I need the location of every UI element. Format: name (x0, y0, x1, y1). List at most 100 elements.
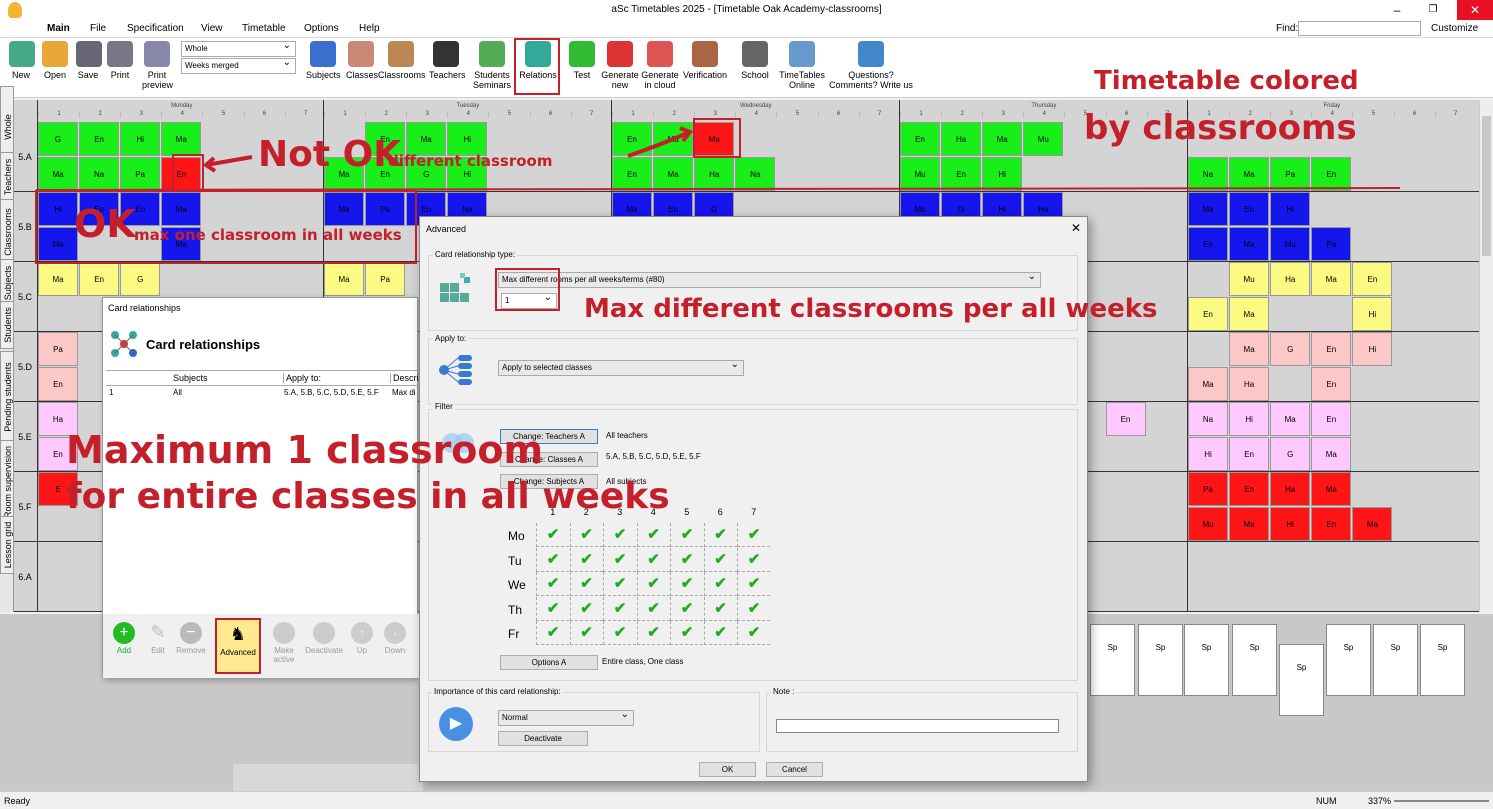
check-icon[interactable]: ✔ (703, 547, 737, 572)
lesson-card[interactable]: En (1311, 507, 1352, 541)
matrix-day-label[interactable]: Mo (508, 529, 525, 543)
lesson-card[interactable]: Mu (1229, 262, 1270, 296)
down-button[interactable]: ↓ Down (382, 622, 408, 655)
tab-subjects[interactable]: Subjects (0, 259, 14, 307)
scrollbar-thumb[interactable] (1482, 116, 1491, 256)
lesson-card[interactable]: En (1229, 192, 1270, 226)
lesson-card[interactable]: En (79, 262, 120, 296)
add-button[interactable]: + Add (111, 622, 137, 655)
check-icon[interactable]: ✔ (737, 547, 770, 572)
ribbon-button-new[interactable]: New (9, 41, 35, 80)
check-icon[interactable]: ✔ (569, 547, 603, 572)
lesson-card[interactable]: Ha (1229, 367, 1270, 401)
lesson-card[interactable]: Pa (365, 262, 406, 296)
lesson-card[interactable]: Hi (1270, 192, 1311, 226)
lesson-card[interactable]: Ma (406, 122, 447, 156)
lesson-card[interactable]: Ha (941, 122, 982, 156)
ribbon-button-generate-new[interactable]: Generate new (601, 41, 639, 90)
check-icon[interactable]: ✔ (703, 621, 737, 645)
restore-icon[interactable]: ❐ (1421, 0, 1445, 20)
check-icon[interactable]: ✔ (569, 572, 603, 596)
importance-select[interactable]: Normal (498, 708, 634, 726)
ribbon-button-students-seminars[interactable]: Students Seminars (472, 41, 512, 90)
check-icon[interactable]: ✔ (569, 523, 603, 547)
tab-teachers[interactable]: Teachers (0, 152, 14, 202)
check-icon[interactable]: ✔ (737, 572, 770, 596)
table-row[interactable]: 1 All 5.A, 5.B, 5.C, 5.D, 5.E, 5.F Max d… (106, 388, 419, 400)
menu-help[interactable]: Help (359, 23, 380, 34)
class-label[interactable]: 5.A (14, 152, 36, 162)
weeks-select[interactable]: Weeks merged (181, 56, 296, 74)
lesson-card[interactable]: En (900, 122, 940, 156)
check-icon[interactable]: ✔ (536, 621, 569, 645)
tab-room-supervision[interactable]: Room supervision (0, 440, 14, 524)
lesson-card[interactable]: Pa (365, 192, 406, 226)
lesson-card[interactable]: Hi (1352, 297, 1393, 331)
lesson-card[interactable]: En (79, 122, 120, 156)
class-label[interactable]: 5.C (14, 292, 36, 302)
ok-button[interactable]: OK (699, 762, 756, 777)
col-subjects[interactable]: Subjects (173, 373, 208, 383)
lesson-card[interactable]: Ma (38, 262, 78, 296)
check-icon[interactable]: ✔ (636, 523, 670, 547)
minimize-icon[interactable]: – (1385, 0, 1409, 20)
class-label[interactable]: 5.D (14, 362, 36, 372)
up-button[interactable]: ↑ Up (349, 622, 375, 655)
check-icon[interactable]: ✔ (536, 547, 569, 572)
lesson-card[interactable]: En (1229, 437, 1270, 471)
find-input[interactable] (1298, 21, 1421, 36)
deactivate-button[interactable]: Deactivate (303, 622, 345, 655)
unplaced-card[interactable]: Sp (1090, 624, 1135, 696)
lesson-card[interactable]: Ma (324, 192, 364, 226)
cancel-button[interactable]: Cancel (766, 762, 823, 777)
app-logo-icon[interactable] (8, 2, 22, 18)
lesson-card[interactable]: Ma (324, 262, 364, 296)
lesson-card[interactable]: G (38, 122, 78, 156)
remove-button[interactable]: − Remove (175, 622, 207, 655)
lesson-card[interactable]: En (1229, 472, 1270, 506)
matrix-period-header[interactable]: 6 (704, 507, 738, 517)
check-icon[interactable]: ✔ (603, 572, 636, 596)
col-apply-to[interactable]: Apply to: (283, 373, 321, 383)
check-icon[interactable]: ✔ (703, 523, 737, 547)
ribbon-button-save[interactable]: Save (76, 41, 102, 80)
lesson-card[interactable]: Ma (1311, 437, 1352, 471)
lesson-card[interactable]: Ma (1188, 367, 1228, 401)
lesson-card[interactable]: Hi (1229, 402, 1270, 436)
lesson-card[interactable]: Ma (1229, 297, 1270, 331)
check-icon[interactable]: ✔ (737, 621, 770, 645)
lesson-card[interactable]: Ma (161, 122, 202, 156)
check-icon[interactable]: ✔ (569, 621, 603, 645)
check-icon[interactable]: ✔ (737, 596, 770, 621)
check-icon[interactable]: ✔ (703, 596, 737, 621)
ribbon-button-questions-comments-write-us[interactable]: Questions? Comments? Write us (829, 41, 913, 90)
lesson-card[interactable]: Pa (1311, 227, 1352, 261)
lesson-card[interactable]: Na (1188, 402, 1228, 436)
lesson-card[interactable]: Ma (38, 157, 78, 191)
lesson-card[interactable]: En (1352, 262, 1393, 296)
unplaced-card[interactable]: Sp (1420, 624, 1465, 696)
check-icon[interactable]: ✔ (603, 596, 636, 621)
menu-specification[interactable]: Specification (127, 23, 184, 34)
lesson-card[interactable]: Ma (161, 192, 202, 226)
lesson-card[interactable]: Pa (120, 157, 161, 191)
lesson-card[interactable]: Hi (1188, 437, 1228, 471)
lesson-card[interactable]: En (1311, 157, 1352, 191)
tab-students[interactable]: Students (0, 301, 14, 349)
unplaced-card[interactable]: Sp (1279, 644, 1324, 716)
ribbon-button-classrooms[interactable]: Classrooms (378, 41, 426, 80)
lesson-card[interactable]: Na (79, 157, 120, 191)
tab-lesson-grid[interactable]: Lesson grid (0, 516, 14, 574)
tab-pending-students[interactable]: Pending students (0, 351, 14, 443)
apply-to-select[interactable]: Apply to selected classes (498, 358, 744, 376)
lesson-card[interactable]: Ha (1270, 262, 1311, 296)
menu-main[interactable]: Main (47, 23, 70, 34)
relationship-type-select[interactable]: Max different rooms per all weeks/terms … (498, 270, 1041, 288)
unplaced-card[interactable]: Sp (1373, 624, 1418, 696)
note-input[interactable] (776, 719, 1059, 733)
lesson-card[interactable]: En (1311, 367, 1352, 401)
menu-view[interactable]: View (201, 23, 223, 34)
menu-timetable[interactable]: Timetable (242, 23, 286, 34)
lesson-card[interactable]: Ma (1311, 472, 1352, 506)
lesson-card[interactable]: En (161, 157, 202, 191)
